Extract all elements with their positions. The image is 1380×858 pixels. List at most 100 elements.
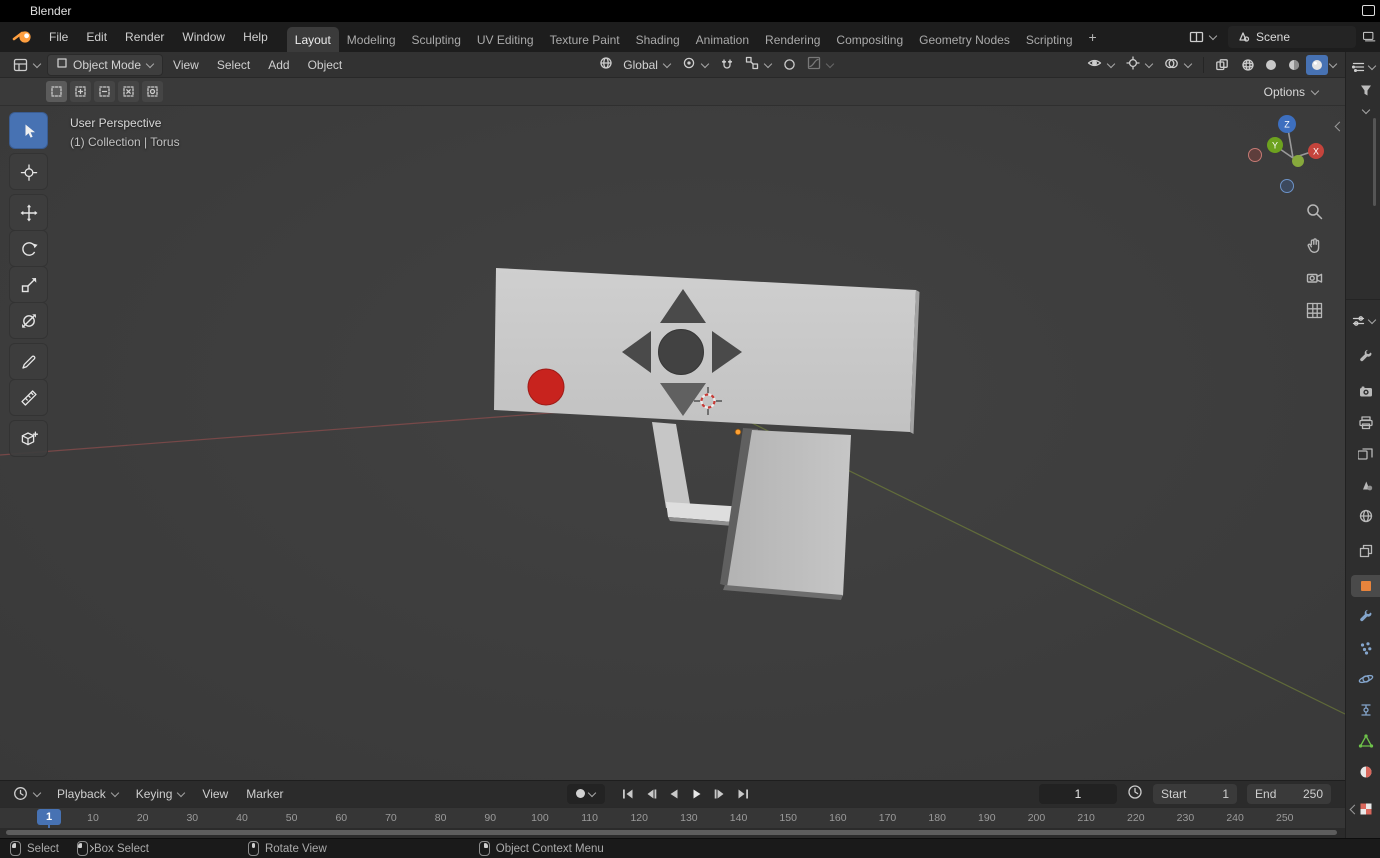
shading-material-preview-button[interactable] bbox=[1283, 55, 1305, 75]
mode-selector[interactable]: Object Mode bbox=[47, 54, 163, 76]
select-intersect-mode-button[interactable] bbox=[142, 81, 163, 102]
snap-settings-selector[interactable] bbox=[740, 53, 777, 76]
timeline-ruler[interactable]: 1020304050607080901001101201301401501601… bbox=[0, 807, 1345, 829]
workspace-tab-compositing[interactable]: Compositing bbox=[828, 27, 911, 52]
filter-icon[interactable] bbox=[1359, 84, 1373, 97]
tool-scale-button[interactable] bbox=[10, 267, 47, 302]
tool-cursor-button[interactable] bbox=[10, 154, 47, 189]
properties-tab-tool[interactable] bbox=[1351, 346, 1380, 368]
window-icon[interactable] bbox=[1362, 5, 1375, 16]
add-workspace-button[interactable]: + bbox=[1081, 29, 1105, 45]
properties-tab-object-data[interactable] bbox=[1351, 730, 1380, 752]
shading-options-chevron[interactable] bbox=[1329, 61, 1337, 69]
topbar-menu-edit[interactable]: Edit bbox=[77, 26, 116, 48]
frame-start-field[interactable]: Start 1 bbox=[1153, 784, 1237, 804]
outliner-scrollbar[interactable] bbox=[1373, 118, 1376, 206]
object-visibility-selector[interactable] bbox=[1082, 54, 1120, 75]
topbar-menu-file[interactable]: File bbox=[40, 26, 77, 48]
workspace-tab-texture-paint[interactable]: Texture Paint bbox=[542, 27, 628, 52]
transform-orientation-selector[interactable]: Global bbox=[594, 53, 676, 76]
tool-annotate-button[interactable] bbox=[10, 344, 47, 379]
properties-tab-world[interactable] bbox=[1351, 505, 1380, 527]
xray-toggle[interactable] bbox=[1210, 55, 1234, 75]
jump-to-end-button[interactable] bbox=[734, 786, 752, 802]
tool-add-cube-button[interactable] bbox=[10, 421, 47, 456]
properties-tab-scene[interactable] bbox=[1351, 474, 1380, 496]
gizmos-selector[interactable] bbox=[1121, 53, 1158, 76]
proportional-editing-toggle[interactable] bbox=[778, 55, 801, 74]
viewport-menu-object[interactable]: Object bbox=[299, 54, 352, 76]
viewport-menu-select[interactable]: Select bbox=[208, 54, 259, 76]
properties-tab-view-layer[interactable] bbox=[1351, 443, 1380, 465]
tool-select-box-button[interactable] bbox=[10, 113, 47, 148]
shading-solid-button[interactable] bbox=[1260, 55, 1282, 75]
properties-tab-particles[interactable] bbox=[1351, 637, 1380, 659]
pivot-point-selector[interactable] bbox=[677, 53, 714, 76]
tool-move-button[interactable] bbox=[10, 195, 47, 230]
snap-toggle[interactable] bbox=[715, 55, 739, 75]
scene-selector[interactable]: Scene bbox=[1228, 26, 1356, 48]
select-invert-mode-button[interactable] bbox=[118, 81, 139, 102]
sidebar-collapse-arrow[interactable] bbox=[1334, 121, 1342, 131]
timeline-menu-playback[interactable]: Playback bbox=[48, 783, 127, 805]
properties-tab-object[interactable] bbox=[1351, 575, 1380, 597]
topbar-menu-window[interactable]: Window bbox=[173, 26, 234, 48]
screen-layout-button[interactable] bbox=[1184, 27, 1222, 47]
workspace-tab-rendering[interactable]: Rendering bbox=[757, 27, 828, 52]
play-button[interactable] bbox=[688, 786, 706, 802]
play-reverse-button[interactable] bbox=[665, 786, 683, 802]
timeline-menu-keying[interactable]: Keying bbox=[127, 783, 194, 805]
topbar-menu-help[interactable]: Help bbox=[234, 26, 277, 48]
timeline-playhead[interactable]: 1 bbox=[37, 809, 61, 830]
zoom-icon[interactable] bbox=[1303, 200, 1325, 222]
timeline-menu-marker[interactable]: Marker bbox=[237, 783, 292, 805]
workspace-tab-scripting[interactable]: Scripting bbox=[1018, 27, 1081, 52]
3d-viewport[interactable]: User Perspective (1) Collection | Torus bbox=[0, 106, 1345, 780]
viewport-menu-add[interactable]: Add bbox=[259, 54, 298, 76]
select-subtract-mode-button[interactable] bbox=[94, 81, 115, 102]
select-extend-mode-button[interactable] bbox=[70, 81, 91, 102]
outliner-options-chevron[interactable] bbox=[1362, 107, 1370, 115]
workspace-tab-layout[interactable]: Layout bbox=[287, 27, 339, 52]
shading-rendered-button[interactable] bbox=[1306, 55, 1328, 75]
workspace-tab-geometry-nodes[interactable]: Geometry Nodes bbox=[911, 27, 1018, 52]
properties-tab-render[interactable] bbox=[1351, 381, 1380, 403]
timeline-menu-view[interactable]: View bbox=[193, 783, 237, 805]
shading-wireframe-button[interactable] bbox=[1237, 55, 1259, 75]
current-frame-field[interactable]: 1 bbox=[1039, 784, 1117, 804]
tool-measure-button[interactable] bbox=[10, 380, 47, 415]
timeline-expand-arrow[interactable] bbox=[1349, 804, 1357, 814]
camera-view-icon[interactable] bbox=[1303, 266, 1325, 288]
properties-tab-modifiers[interactable] bbox=[1351, 606, 1380, 628]
timeline-editor-type-button[interactable] bbox=[8, 783, 46, 804]
viewport-menu-view[interactable]: View bbox=[164, 54, 208, 76]
jump-to-prev-keyframe-button[interactable] bbox=[642, 786, 660, 802]
editor-type-button[interactable] bbox=[8, 55, 46, 75]
view-layer-icon[interactable] bbox=[1362, 29, 1376, 45]
workspace-tab-uv-editing[interactable]: UV Editing bbox=[469, 27, 542, 52]
properties-tab-output[interactable] bbox=[1351, 412, 1380, 434]
tool-transform-button[interactable] bbox=[10, 303, 47, 338]
workspace-tab-animation[interactable]: Animation bbox=[688, 27, 757, 52]
preview-range-icon[interactable] bbox=[1127, 784, 1143, 803]
topbar-menu-render[interactable]: Render bbox=[116, 26, 173, 48]
workspace-tab-modeling[interactable]: Modeling bbox=[339, 27, 404, 52]
select-set-mode-button[interactable] bbox=[46, 81, 67, 102]
properties-tab-material[interactable] bbox=[1351, 761, 1380, 783]
frame-end-field[interactable]: End 250 bbox=[1247, 784, 1331, 804]
options-button[interactable]: Options bbox=[1264, 85, 1319, 99]
timeline-scrollbar[interactable] bbox=[6, 830, 1337, 835]
toggle-orthographic-icon[interactable] bbox=[1303, 299, 1325, 321]
proportional-falloff-selector[interactable] bbox=[802, 53, 839, 76]
pan-hand-icon[interactable] bbox=[1303, 233, 1325, 255]
workspace-tab-sculpting[interactable]: Sculpting bbox=[404, 27, 469, 52]
auto-keying-toggle[interactable] bbox=[567, 784, 605, 804]
navigation-gizmo[interactable]: Z X Y bbox=[1247, 112, 1331, 196]
tool-rotate-button[interactable] bbox=[10, 231, 47, 266]
properties-tab-physics[interactable] bbox=[1351, 668, 1380, 690]
overlays-selector[interactable] bbox=[1159, 54, 1197, 76]
properties-editor-type-button[interactable] bbox=[1351, 314, 1376, 328]
properties-tab-constraints[interactable] bbox=[1351, 699, 1380, 721]
blender-logo-icon[interactable] bbox=[12, 29, 34, 45]
outliner-editor-type-button[interactable] bbox=[1351, 60, 1376, 74]
